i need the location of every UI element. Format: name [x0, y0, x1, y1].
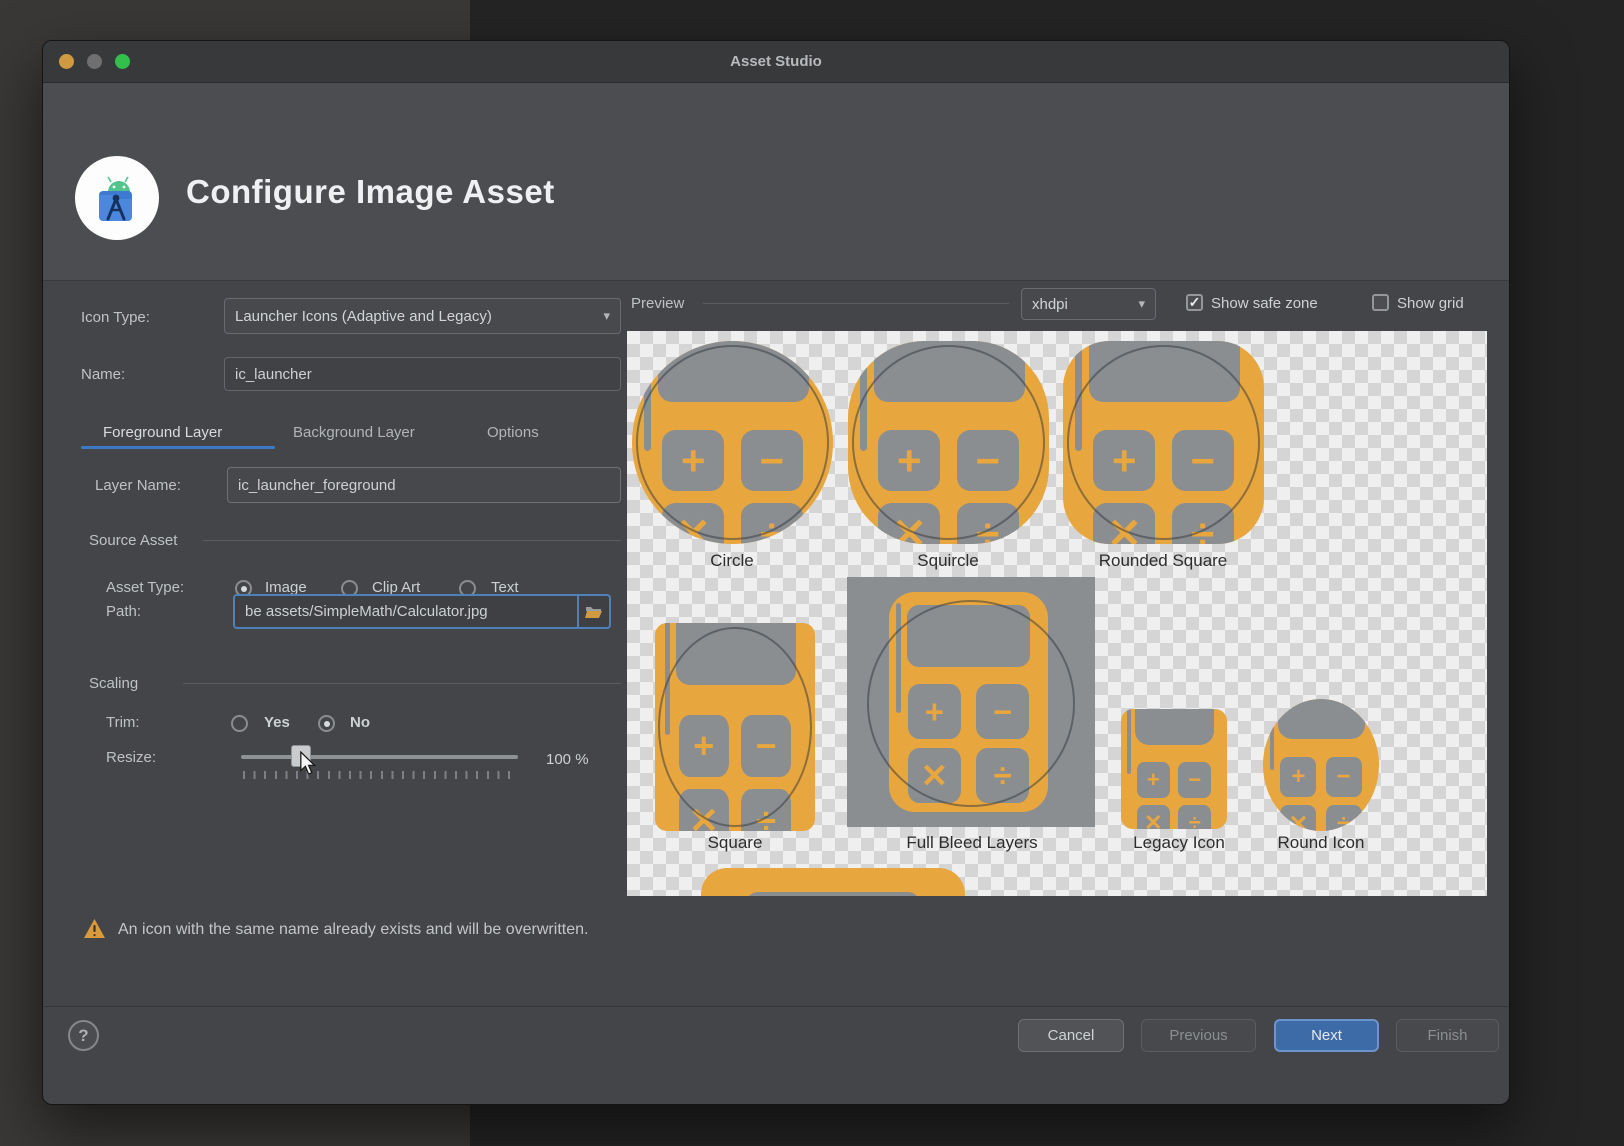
- screenshot-root: Asset Studio Configure Im: [0, 0, 1624, 1146]
- preview-tile-partial: [701, 868, 965, 896]
- tile-label: Square: [665, 833, 805, 853]
- resize-slider-ticks: [243, 771, 518, 779]
- mouse-cursor-icon: [299, 751, 321, 777]
- next-button[interactable]: Next: [1274, 1019, 1379, 1052]
- show-grid-checkbox[interactable]: [1372, 294, 1389, 311]
- tile-label: Round Icon: [1261, 833, 1381, 853]
- trim-option-yes[interactable]: Yes: [264, 714, 290, 731]
- show-safe-zone-label[interactable]: Show safe zone: [1211, 295, 1318, 312]
- title-bar: Asset Studio: [43, 41, 1509, 83]
- density-value: xhdpi: [1032, 296, 1068, 313]
- trim-radio-yes[interactable]: [231, 715, 248, 732]
- resize-slider-track[interactable]: [241, 755, 518, 759]
- tile-label: Full Bleed Layers: [877, 833, 1067, 853]
- help-button[interactable]: ?: [68, 1020, 99, 1051]
- name-input[interactable]: [224, 357, 621, 391]
- tile-label: Legacy Icon: [1124, 833, 1234, 853]
- active-tab-underline: [81, 446, 275, 449]
- preview-section-label: Preview: [631, 295, 684, 312]
- tile-label: Squircle: [878, 551, 1018, 571]
- footer-divider: [43, 1006, 1509, 1007]
- trim-option-no[interactable]: No: [350, 714, 370, 731]
- source-asset-section-label: Source Asset: [89, 532, 177, 549]
- chevron-down-icon: ▾: [603, 308, 610, 324]
- cancel-button[interactable]: Cancel: [1018, 1019, 1124, 1052]
- page-title: Configure Image Asset: [186, 173, 555, 211]
- show-grid-label[interactable]: Show grid: [1397, 295, 1464, 312]
- scaling-divider: [183, 683, 621, 684]
- scaling-section-label: Scaling: [89, 675, 138, 692]
- preview-tile-full-bleed: +− ✕÷: [847, 577, 1095, 827]
- layer-name-label: Layer Name:: [95, 477, 181, 494]
- asset-studio-dialog: Asset Studio Configure Im: [42, 40, 1510, 1105]
- name-label: Name:: [81, 366, 125, 383]
- browse-folder-button[interactable]: [579, 594, 611, 629]
- finish-button[interactable]: Finish: [1396, 1019, 1499, 1052]
- tile-label: Circle: [662, 551, 802, 571]
- density-dropdown[interactable]: xhdpi ▾: [1021, 288, 1156, 320]
- trim-label: Trim:: [106, 714, 140, 731]
- preview-tile-rounded-square: +− ✕÷: [1063, 341, 1264, 544]
- preview-tile-circle: +− ✕÷: [632, 341, 833, 544]
- path-label: Path:: [106, 603, 141, 620]
- trim-radio-no[interactable]: [318, 715, 335, 732]
- tab-options[interactable]: Options: [487, 424, 539, 448]
- preview-tile-squircle: +− ✕÷: [848, 341, 1049, 544]
- android-studio-logo-icon: [75, 156, 159, 240]
- warning-icon: [84, 919, 105, 938]
- preview-canvas: +− ✕÷ +− ✕÷ +− ✕÷ Circle Squircle Rounde…: [627, 331, 1487, 896]
- preview-divider: [703, 303, 1009, 304]
- show-safe-zone-checkbox[interactable]: [1186, 294, 1203, 311]
- icon-type-value: Launcher Icons (Adaptive and Legacy): [235, 308, 492, 325]
- tile-label: Rounded Square: [1063, 551, 1263, 571]
- preview-tile-round: +− ✕÷: [1263, 699, 1379, 831]
- icon-type-dropdown[interactable]: Launcher Icons (Adaptive and Legacy) ▾: [224, 298, 621, 334]
- previous-button[interactable]: Previous: [1141, 1019, 1256, 1052]
- resize-value: 100 %: [546, 751, 589, 768]
- asset-type-label: Asset Type:: [106, 579, 184, 596]
- layer-name-input[interactable]: [227, 467, 621, 503]
- preview-tile-legacy: +− ✕÷: [1121, 709, 1227, 829]
- chevron-down-icon: ▾: [1138, 296, 1145, 312]
- folder-icon: [585, 605, 603, 619]
- warning-text: An icon with the same name already exist…: [118, 921, 588, 939]
- resize-label: Resize:: [106, 749, 156, 766]
- icon-type-label: Icon Type:: [81, 309, 150, 326]
- tab-background-layer[interactable]: Background Layer: [293, 424, 415, 448]
- tab-foreground-layer[interactable]: Foreground Layer: [103, 424, 222, 448]
- path-input[interactable]: [233, 594, 579, 629]
- preview-tile-square: +− ✕÷: [655, 623, 815, 831]
- window-title: Asset Studio: [43, 41, 1509, 83]
- dialog-header: Configure Image Asset: [43, 83, 1509, 281]
- source-asset-divider: [203, 540, 621, 541]
